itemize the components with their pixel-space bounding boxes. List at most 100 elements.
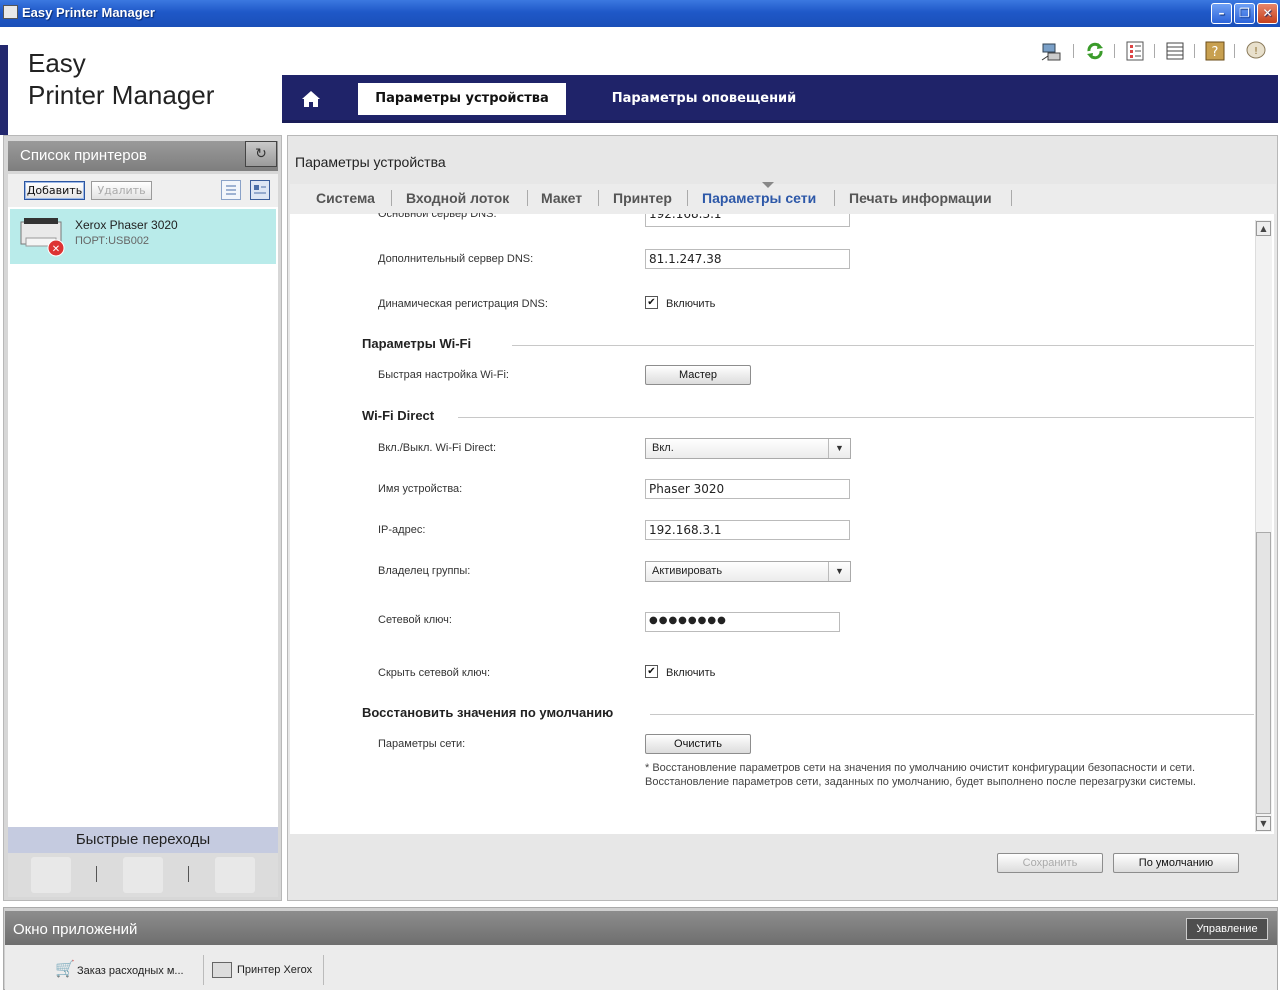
tab-divider <box>598 190 599 206</box>
tab-printer[interactable]: Принтер <box>613 190 672 206</box>
list-view-toggle[interactable] <box>221 180 241 200</box>
wifi-direct-select[interactable]: Вкл. ▼ <box>645 438 851 459</box>
toolbar-divider <box>1073 44 1074 58</box>
secondary-dns-field[interactable]: 81.1.247.38 <box>645 249 850 269</box>
save-button[interactable]: Сохранить <box>997 853 1103 873</box>
clear-button[interactable]: Очистить <box>645 734 751 754</box>
wifi-direct-value: Вкл. <box>652 442 674 454</box>
help-icon[interactable]: ? <box>1204 40 1226 62</box>
app-window-body <box>5 945 1277 990</box>
section-divider <box>512 345 1254 346</box>
tab-device-settings[interactable]: Параметры устройства <box>358 83 566 115</box>
restore-note: * Восстановление параметров сети на знач… <box>645 762 1196 788</box>
network-key-label: Сетевой ключ: <box>378 614 452 626</box>
tab-divider <box>687 190 688 206</box>
svg-text:!: ! <box>1254 46 1258 57</box>
tab-divider <box>527 190 528 206</box>
wizard-button[interactable]: Мастер <box>645 365 751 385</box>
home-icon <box>302 91 320 107</box>
app-xerox-printer[interactable]: Принтер Xerox <box>212 955 312 985</box>
active-tab-marker <box>762 182 774 188</box>
delete-printer-button[interactable]: Удалить <box>91 181 152 200</box>
printer-icon[interactable] <box>123 857 163 893</box>
list-view-icon <box>226 185 236 195</box>
quick-link-divider <box>188 866 189 882</box>
network-key-field[interactable]: ●●●●●●●● <box>645 612 840 632</box>
detail-view-toggle[interactable] <box>250 180 270 200</box>
tab-divider <box>1011 190 1012 206</box>
manage-button[interactable]: Управление <box>1186 918 1268 940</box>
toolbar-divider <box>1234 44 1235 58</box>
brand-stripe <box>0 45 8 135</box>
hide-key-checkbox-label: Включить <box>666 667 716 679</box>
section-divider <box>650 714 1254 715</box>
wifi-direct-toggle-label: Вкл./Выкл. Wi-Fi Direct: <box>378 442 497 454</box>
hide-key-label: Скрыть сетевой ключ: <box>378 667 491 679</box>
device-name-field[interactable]: Phaser 3020 <box>645 479 850 499</box>
scrollbar-thumb[interactable] <box>1256 532 1271 814</box>
add-printer-button[interactable]: Добавить <box>24 181 85 200</box>
printer-name: Xerox Phaser 3020 <box>75 218 178 232</box>
printer-app-icon <box>212 962 232 979</box>
quick-links-title: Быстрые переходы <box>8 827 278 853</box>
section-divider <box>458 417 1254 418</box>
refresh-list-button[interactable]: ↻ <box>245 141 277 167</box>
error-icon: ✕ <box>52 244 60 255</box>
logo-line1: Easy <box>28 48 86 78</box>
tab-network-settings[interactable]: Параметры сети <box>702 190 816 206</box>
window-title: Easy Printer Manager <box>22 5 155 20</box>
printer-list <box>8 207 278 827</box>
default-button[interactable]: По умолчанию <box>1113 853 1239 873</box>
close-button[interactable]: ✕ <box>1257 3 1278 24</box>
refresh-icon[interactable] <box>1084 40 1106 62</box>
tab-layout[interactable]: Макет <box>541 190 582 206</box>
ip-address-field[interactable]: 192.168.3.1 <box>645 520 850 540</box>
group-owner-label: Владелец группы: <box>378 565 471 577</box>
tab-alert-settings[interactable]: Параметры оповещений <box>596 83 812 115</box>
scroll-down-button[interactable]: ▼ <box>1256 816 1271 831</box>
tab-divider <box>391 190 392 206</box>
app-order-supplies-label: Заказ расходных м... <box>77 965 184 977</box>
app-icon <box>3 5 18 19</box>
printer-list-title: Список принтеров <box>8 141 278 171</box>
app-window-title: Окно приложений <box>5 911 1277 945</box>
device-name-label: Имя устройства: <box>378 483 463 495</box>
table-view-icon[interactable] <box>1164 40 1186 62</box>
tab-input-tray[interactable]: Входной лоток <box>406 190 509 206</box>
tab-divider <box>834 190 835 206</box>
fax-icon[interactable] <box>215 857 255 893</box>
app-divider <box>203 955 204 985</box>
printer-port: ПОРТ:USB002 <box>75 235 150 247</box>
printer-thumbnail: ✕ <box>18 214 66 258</box>
dynamic-dns-label: Динамическая регистрация DNS: <box>378 298 548 310</box>
toolbar-divider <box>1194 44 1195 58</box>
wifi-section-title: Параметры Wi-Fi <box>362 336 472 351</box>
chevron-down-icon: ▼ <box>828 562 850 581</box>
tab-system[interactable]: Система <box>316 190 375 206</box>
primary-dns-field[interactable]: 192.168.3.1 <box>645 214 850 227</box>
toolbar-divider <box>1114 44 1115 58</box>
hide-key-checkbox[interactable]: ✔ <box>645 665 658 678</box>
toolbar-divider <box>1154 44 1155 58</box>
cart-icon: 🛒 <box>55 961 75 978</box>
group-owner-value: Активировать <box>652 565 723 577</box>
app-order-supplies[interactable]: 🛒 Заказ расходных м... <box>55 955 184 985</box>
detail-view-icon <box>254 185 266 194</box>
refresh-icon: ↻ <box>255 146 267 162</box>
window-title-bar[interactable]: Easy Printer Manager – ❐ ✕ <box>0 0 1280 27</box>
dynamic-dns-checkbox[interactable]: ✔ <box>645 296 658 309</box>
network-printer-icon[interactable] <box>1040 40 1062 62</box>
restore-section-title: Восстановить значения по умолчанию <box>362 705 614 720</box>
scan-icon[interactable] <box>31 857 71 893</box>
info-icon[interactable]: ! <box>1245 40 1267 62</box>
app-divider <box>323 955 324 985</box>
chevron-down-icon: ▼ <box>828 439 850 458</box>
minimize-button[interactable]: – <box>1211 3 1232 24</box>
maximize-button[interactable]: ❐ <box>1234 3 1255 24</box>
list-view-icon[interactable] <box>1124 40 1146 62</box>
home-button[interactable] <box>292 84 330 114</box>
tab-print-info[interactable]: Печать информации <box>849 190 992 206</box>
group-owner-select[interactable]: Активировать ▼ <box>645 561 851 582</box>
restore-network-label: Параметры сети: <box>378 738 466 750</box>
scroll-up-button[interactable]: ▲ <box>1256 221 1271 236</box>
